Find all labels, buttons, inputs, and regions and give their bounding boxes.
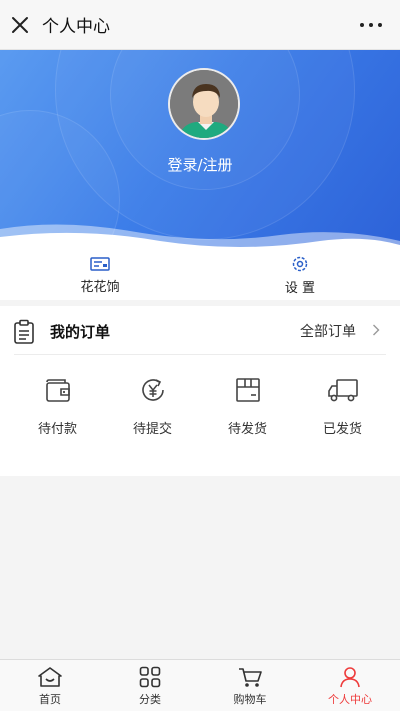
close-button[interactable]	[0, 0, 40, 50]
clipboard-icon	[14, 319, 34, 344]
login-register-link[interactable]: 登录/注册	[0, 154, 400, 175]
order-status-pending-shipment[interactable]: 待发货	[200, 376, 295, 437]
avatar[interactable]	[168, 68, 240, 140]
tab-home[interactable]: 首页	[0, 660, 100, 711]
chevron-right-icon	[373, 324, 380, 336]
order-status-label: 待付款	[37, 422, 77, 437]
order-status-label: 待提交	[132, 422, 172, 437]
grid-icon	[139, 666, 161, 688]
tab-profile[interactable]: 个人中心	[300, 660, 400, 711]
more-dots-icon	[360, 23, 364, 27]
home-icon	[38, 667, 62, 687]
profile-header: 登录/注册	[0, 50, 400, 255]
orders-card: 我的订单 全部订单 待付款 待提交 待发货 已发货	[0, 306, 400, 476]
quick-link-settings[interactable]: 设 置	[200, 250, 400, 300]
gear-icon	[292, 256, 308, 271]
package-icon	[235, 378, 260, 402]
order-status-list: 待付款 待提交 待发货 已发货	[10, 376, 390, 437]
tab-label: 购物车	[233, 693, 267, 706]
header-wave	[0, 224, 400, 255]
quick-links: 花花饷 设 置	[0, 250, 400, 300]
order-status-label: 已发货	[322, 422, 362, 437]
more-dot	[378, 23, 382, 27]
order-status-pending-submit[interactable]: 待提交	[105, 376, 200, 437]
tab-cart[interactable]: 购物车	[200, 660, 300, 711]
quick-link-huahuaxiang[interactable]: 花花饷	[0, 250, 200, 300]
tab-label: 个人中心	[328, 693, 372, 706]
title-bar: 个人中心	[0, 0, 400, 50]
orders-title: 我的订单	[50, 323, 111, 341]
wallet-card-icon	[90, 256, 110, 271]
all-orders-link[interactable]: 全部订单	[300, 321, 356, 341]
cart-icon	[239, 668, 262, 687]
more-menu-button[interactable]	[360, 17, 382, 33]
order-status-shipped[interactable]: 已发货	[295, 376, 390, 437]
wallet-icon	[45, 379, 70, 402]
tab-label: 分类	[139, 693, 161, 706]
user-icon	[340, 667, 360, 688]
divider	[14, 354, 386, 355]
bottom-tab-bar: 首页 分类 购物车 个人中心	[0, 659, 400, 711]
quick-link-label: 设 置	[284, 280, 316, 296]
truck-icon	[327, 379, 358, 402]
order-status-pending-payment[interactable]: 待付款	[10, 376, 105, 437]
orders-header[interactable]: 我的订单 全部订单	[0, 306, 400, 354]
page-title: 个人中心	[42, 17, 110, 37]
more-dot	[369, 23, 373, 27]
order-status-label: 待发货	[227, 422, 267, 437]
close-icon	[12, 16, 28, 33]
quick-link-label: 花花饷	[80, 279, 120, 295]
yuan-cycle-icon	[141, 379, 164, 401]
tab-label: 首页	[39, 693, 61, 706]
tab-category[interactable]: 分类	[100, 660, 200, 711]
